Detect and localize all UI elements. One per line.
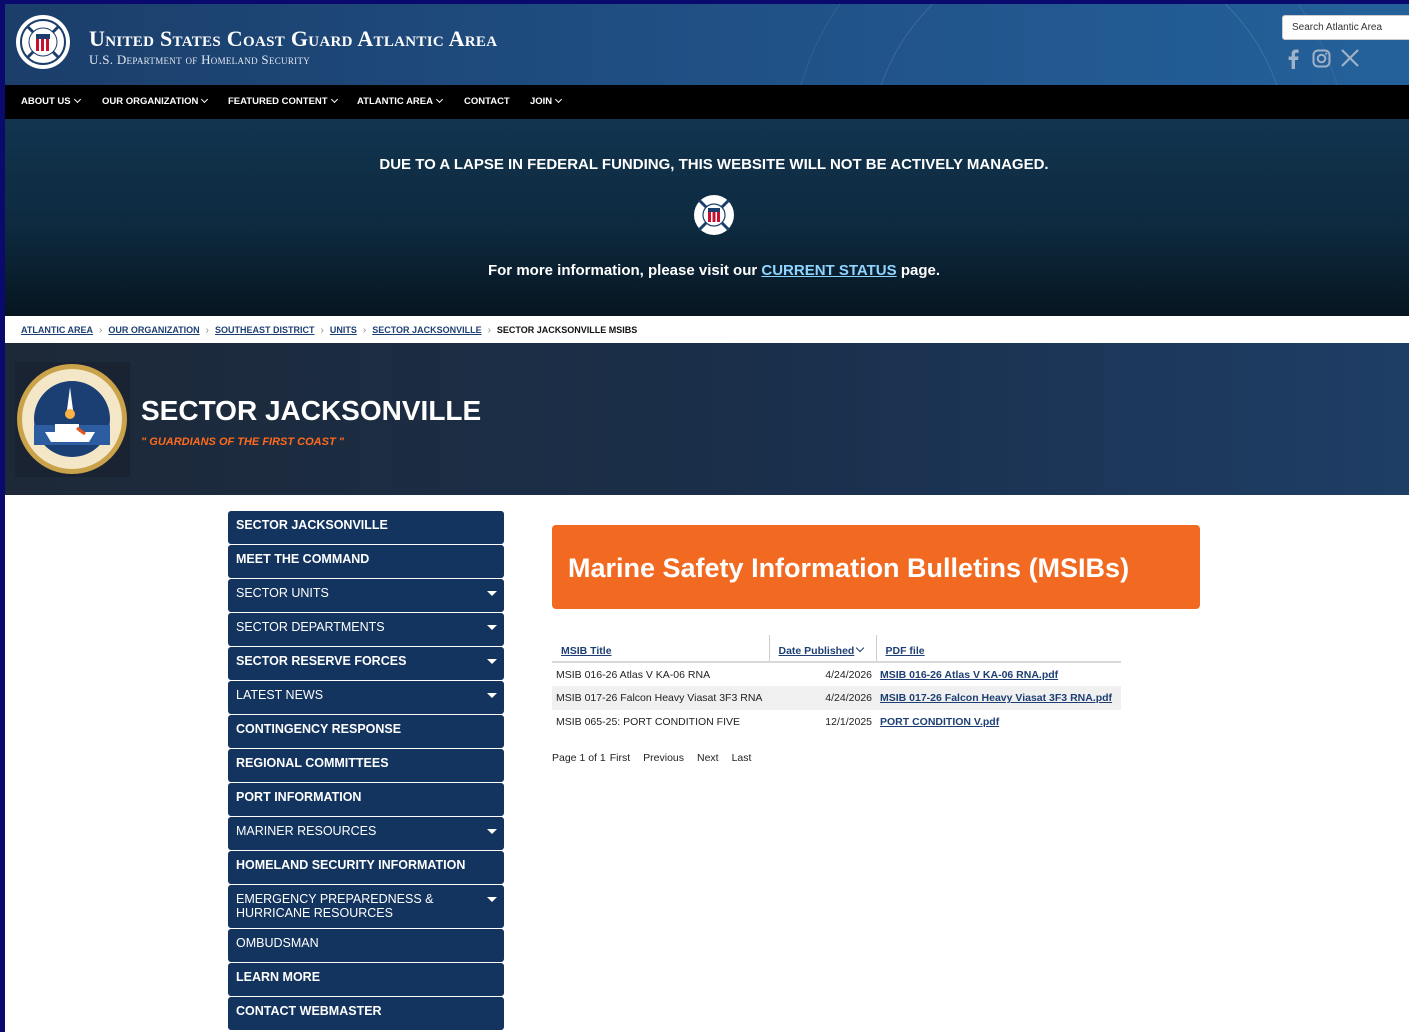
sector-title: SECTOR JACKSONVILLE bbox=[141, 395, 482, 426]
nav-atlantic-area[interactable]: ATLANTIC AREA bbox=[357, 95, 444, 107]
uscg-logo[interactable] bbox=[13, 12, 73, 72]
nav-join[interactable]: JOIN bbox=[530, 95, 563, 107]
pdf-cell: MSIB 016-26 Atlas V KA-06 RNA.pdf bbox=[876, 662, 1121, 686]
funding-lapse-banner: DUE TO A LAPSE IN FEDERAL FUNDING, THIS … bbox=[5, 119, 1409, 316]
chevron-right-icon: › bbox=[487, 325, 491, 336]
breadcrumb-link[interactable]: ATLANTIC AREA bbox=[21, 325, 93, 335]
column-header-pdf-file[interactable]: PDF file bbox=[876, 635, 1121, 663]
table-row: MSIB 016-26 Atlas V KA-06 RNA 4/24/2026 … bbox=[552, 662, 1121, 686]
pager-status: Page 1 of 1 bbox=[552, 752, 606, 764]
sector-jacksonville-seal bbox=[15, 362, 130, 477]
msib-table: MSIB Title Date Published PDF file MSIB … bbox=[552, 635, 1121, 734]
sidebar-item-contact-webmaster[interactable]: CONTACT WEBMASTER bbox=[228, 997, 504, 1030]
nav-contact[interactable]: CONTACT bbox=[464, 96, 510, 107]
sidebar-item-sector-units[interactable]: SECTOR UNITS bbox=[228, 579, 504, 612]
breadcrumb: ATLANTIC AREA › OUR ORGANIZATION › SOUTHEAST… bbox=[21, 325, 637, 336]
pager-next-button[interactable]: Next bbox=[697, 752, 719, 764]
breadcrumb-link[interactable]: SECTOR JACKSONVILLE bbox=[372, 325, 481, 335]
chevron-down-icon bbox=[435, 95, 444, 104]
pdf-cell: MSIB 017-26 Falcon Heavy Viasat 3F3 RNA.… bbox=[876, 686, 1121, 710]
date-cell: 12/1/2025 bbox=[825, 716, 872, 728]
chevron-right-icon: › bbox=[320, 325, 324, 336]
caret-down-icon[interactable] bbox=[487, 591, 497, 596]
x-icon[interactable] bbox=[1341, 49, 1359, 67]
chevron-down-icon bbox=[73, 95, 81, 104]
caret-down-icon[interactable] bbox=[487, 897, 497, 902]
chevron-right-icon: › bbox=[362, 325, 367, 336]
site-title[interactable]: United States Coast Guard Atlantic Area bbox=[89, 26, 497, 52]
sidebar-item-ombudsman[interactable]: OMBUDSMAN bbox=[228, 929, 504, 962]
banner-headline: DUE TO A LAPSE IN FEDERAL FUNDING, THIS … bbox=[379, 156, 1049, 173]
caret-down-icon[interactable] bbox=[487, 625, 497, 630]
date-cell: 4/24/2026 bbox=[769, 686, 876, 710]
table-row: MSIB 017-26 Falcon Heavy Viasat 3F3 RNA … bbox=[552, 686, 1121, 710]
pdf-cell: PORT CONDITION V.pdf bbox=[876, 710, 1121, 734]
breadcrumb-link[interactable]: OUR ORGANIZATION bbox=[108, 325, 199, 335]
chevron-down-icon bbox=[555, 95, 563, 104]
sidebar-item-homeland-security-information[interactable]: HOMELAND SECURITY INFORMATION bbox=[228, 851, 504, 884]
nav-our-organization[interactable]: OUR ORGANIZATION bbox=[102, 95, 209, 107]
current-status-link[interactable]: CURRENT STATUS bbox=[761, 262, 896, 279]
site-subtitle: U.S. Department of Homeland Security bbox=[89, 52, 311, 67]
pager-previous-button[interactable]: Previous bbox=[643, 752, 684, 764]
msib-title-cell: MSIB 016-26 Atlas V KA-06 RNA bbox=[556, 668, 711, 681]
sidebar-item-latest-news[interactable]: LATEST NEWS bbox=[228, 681, 504, 714]
sidebar-item-emergency-preparedness[interactable]: EMERGENCY PREPAREDNESS & HURRICANE RESOU… bbox=[228, 885, 504, 928]
main-nav: ABOUT US OUR ORGANIZATION FEATURED CONTE… bbox=[5, 85, 1409, 119]
breadcrumb-current: SECTOR JACKSONVILLE MSIBS bbox=[496, 325, 638, 335]
chevron-right-icon: › bbox=[205, 325, 210, 336]
search-input[interactable]: Search Atlantic Area bbox=[1282, 15, 1409, 40]
sidebar-item-mariner-resources[interactable]: MARINER RESOURCES bbox=[228, 817, 504, 850]
sector-hero: SECTOR JACKSONVILLE " GUARDIANS OF THE F… bbox=[5, 343, 1409, 495]
sort-descending-icon[interactable] bbox=[856, 643, 865, 653]
banner-info: For more information, please visit our C… bbox=[487, 262, 941, 279]
pager-last-button[interactable]: Last bbox=[732, 752, 752, 764]
pager: Page 1 of 1 First Previous Next Last bbox=[552, 752, 760, 764]
column-header-msib-title[interactable]: MSIB Title bbox=[552, 635, 770, 663]
uscg-emblem-icon bbox=[694, 195, 734, 235]
pager-first-button[interactable]: First bbox=[610, 752, 630, 764]
msib-heading-box: Marine Safety Information Bulletins (MSI… bbox=[552, 525, 1200, 609]
caret-down-icon[interactable] bbox=[487, 829, 497, 834]
table-row: MSIB 065-25: PORT CONDITION FIVE 12/1/20… bbox=[552, 710, 1121, 734]
sidebar-item-regional-committees[interactable]: REGIONAL COMMITTEES bbox=[228, 749, 504, 782]
sidebar-item-sector-reserve-forces[interactable]: SECTOR RESERVE FORCES bbox=[228, 647, 504, 680]
sector-motto: " GUARDIANS OF THE FIRST COAST " bbox=[141, 436, 344, 448]
chevron-down-icon bbox=[201, 95, 209, 104]
pdf-link[interactable]: PORT CONDITION V.pdf bbox=[880, 716, 999, 728]
pdf-link[interactable]: MSIB 017-26 Falcon Heavy Viasat 3F3 RNA.… bbox=[880, 692, 1112, 704]
site-header: United States Coast Guard Atlantic Area … bbox=[5, 4, 1409, 85]
caret-down-icon[interactable] bbox=[487, 693, 497, 698]
breadcrumb-link[interactable]: UNITS bbox=[330, 325, 357, 335]
facebook-icon[interactable] bbox=[1287, 49, 1299, 69]
chevron-down-icon bbox=[330, 95, 338, 104]
pdf-link[interactable]: MSIB 016-26 Atlas V KA-06 RNA.pdf bbox=[880, 669, 1058, 681]
nav-featured-content[interactable]: FEATURED CONTENT bbox=[228, 95, 338, 107]
msib-title-cell: MSIB 065-25: PORT CONDITION FIVE bbox=[556, 716, 740, 728]
page: United States Coast Guard Atlantic Area … bbox=[5, 4, 1409, 1032]
sidebar-item-sector-jacksonville[interactable]: SECTOR JACKSONVILLE bbox=[228, 511, 504, 544]
page-title: Marine Safety Information Bulletins (MSI… bbox=[568, 553, 1130, 583]
sidebar-item-learn-more[interactable]: LEARN MORE bbox=[228, 963, 504, 996]
caret-down-icon[interactable] bbox=[487, 659, 497, 664]
column-header-date-published[interactable]: Date Published bbox=[769, 635, 877, 663]
instagram-icon[interactable] bbox=[1312, 49, 1331, 68]
sidebar-item-contingency-response[interactable]: CONTINGENCY RESPONSE bbox=[228, 715, 504, 748]
breadcrumb-link[interactable]: SOUTHEAST DISTRICT bbox=[215, 325, 315, 335]
nav-about-us[interactable]: ABOUT US bbox=[21, 95, 81, 107]
date-cell: 4/24/2026 bbox=[825, 668, 872, 681]
sidebar-item-sector-departments[interactable]: SECTOR DEPARTMENTS bbox=[228, 613, 504, 646]
msib-title-cell: MSIB 017-26 Falcon Heavy Viasat 3F3 RNA bbox=[552, 686, 769, 710]
chevron-right-icon: › bbox=[99, 325, 103, 336]
sidebar-item-port-information[interactable]: PORT INFORMATION bbox=[228, 783, 504, 816]
sidebar-item-meet-the-command[interactable]: MEET THE COMMAND bbox=[228, 545, 504, 578]
table-header-row: MSIB Title Date Published PDF file bbox=[552, 635, 1121, 663]
